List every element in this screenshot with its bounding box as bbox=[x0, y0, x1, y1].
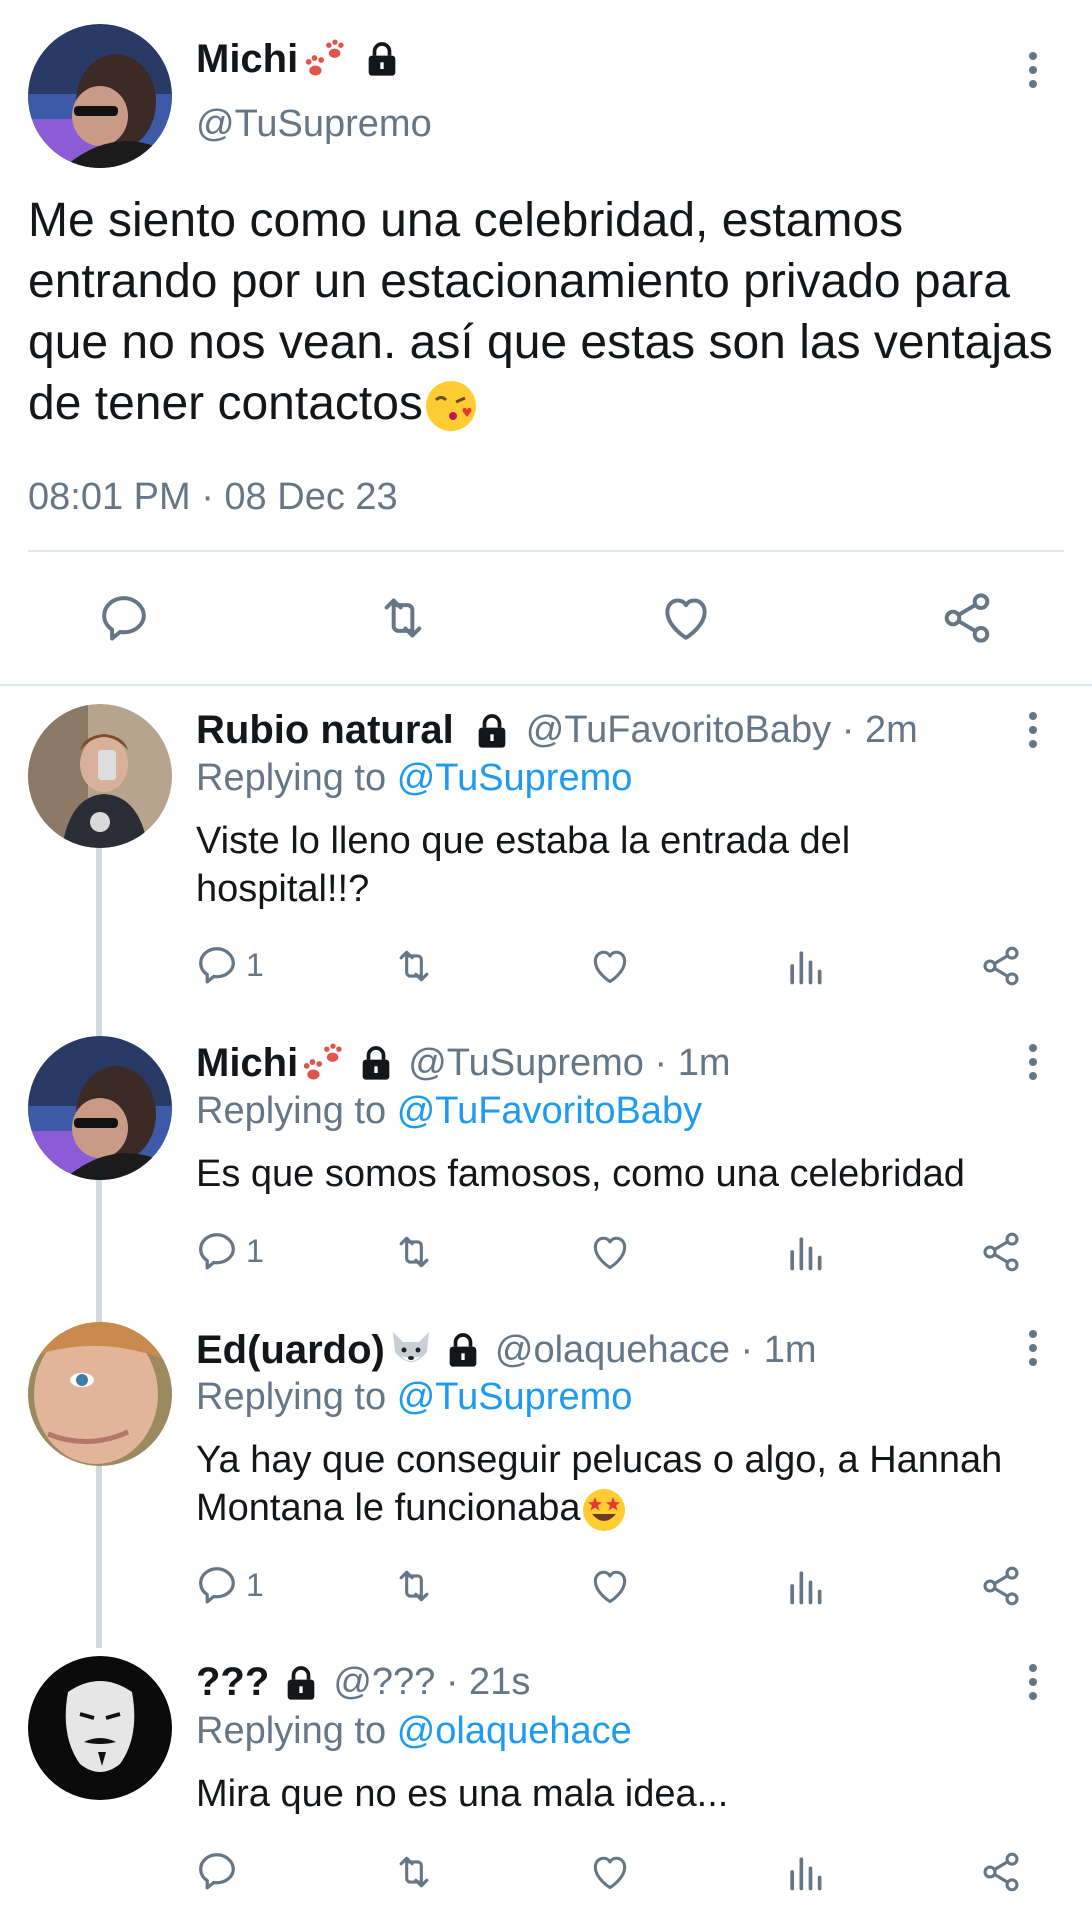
lock-icon bbox=[472, 711, 512, 751]
like-icon[interactable] bbox=[658, 590, 714, 646]
reply-author-name[interactable]: Ed(uardo) bbox=[196, 1328, 385, 1373]
replying-handle[interactable]: @TuFavoritoBaby bbox=[397, 1090, 702, 1132]
tweet-timestamp[interactable]: 08:01 PM · 08 Dec 23 bbox=[28, 476, 398, 519]
reply-handle-time[interactable]: @??? · 21s bbox=[333, 1661, 530, 1704]
more-icon[interactable] bbox=[1029, 712, 1039, 754]
reply-icon[interactable] bbox=[96, 590, 152, 646]
reply-count: 1 bbox=[246, 946, 264, 983]
reply-text: Viste lo lleno que estaba la entrada del… bbox=[196, 820, 851, 910]
lock-icon bbox=[356, 1043, 396, 1083]
analytics-icon[interactable] bbox=[783, 1850, 827, 1894]
analytics-icon[interactable] bbox=[783, 944, 827, 988]
reply-avatar[interactable] bbox=[28, 1322, 172, 1466]
kiss-emoji bbox=[423, 378, 479, 434]
tweet-text: Me siento como una celebridad, estamos e… bbox=[28, 190, 1068, 434]
retweet-icon[interactable] bbox=[390, 1564, 438, 1608]
reply-header: Ed(uardo) @olaquehace · 1m bbox=[196, 1326, 817, 1374]
reply-header: Rubio natural @TuFavoritoBaby · 2m bbox=[196, 708, 918, 753]
like-icon[interactable] bbox=[587, 1564, 633, 1608]
reply-avatar[interactable] bbox=[28, 1036, 172, 1180]
share-icon[interactable] bbox=[979, 1230, 1023, 1274]
more-icon[interactable] bbox=[1029, 1044, 1039, 1086]
share-icon[interactable] bbox=[979, 1564, 1023, 1608]
share-icon[interactable] bbox=[979, 1850, 1023, 1894]
reply-avatar[interactable] bbox=[28, 704, 172, 848]
analytics-icon[interactable] bbox=[783, 1564, 827, 1608]
author-name[interactable]: Michi bbox=[196, 37, 298, 82]
retweet-icon[interactable] bbox=[390, 1230, 438, 1274]
replying-label: Replying to bbox=[196, 1090, 387, 1132]
star-eyes-emoji bbox=[581, 1487, 627, 1533]
reply-author-name[interactable]: ??? bbox=[196, 1660, 269, 1705]
replying-to: Replying to @TuFavoritoBaby bbox=[196, 1090, 702, 1133]
tweet-body: Me siento como una celebridad, estamos e… bbox=[28, 194, 1053, 430]
reply-handle-time[interactable]: @TuFavoritoBaby · 2m bbox=[526, 709, 918, 752]
author-handle[interactable]: @TuSupremo bbox=[196, 103, 432, 146]
share-icon[interactable] bbox=[979, 944, 1023, 988]
replying-to: Replying to @TuSupremo bbox=[196, 757, 632, 800]
reply-author-name[interactable]: Rubio natural bbox=[196, 708, 454, 753]
reply-text: Es que somos famosos, como una celebrida… bbox=[196, 1153, 965, 1195]
replying-to: Replying to @olaquehace bbox=[196, 1710, 632, 1753]
author-avatar[interactable] bbox=[28, 24, 172, 168]
more-icon[interactable] bbox=[1029, 1664, 1039, 1706]
reply-text: Ya hay que conseguir pelucas o algo, a H… bbox=[196, 1436, 1076, 1533]
like-icon[interactable] bbox=[587, 1230, 633, 1274]
retweet-icon[interactable] bbox=[374, 590, 432, 646]
paw-emoji bbox=[300, 1040, 346, 1086]
replying-label: Replying to bbox=[196, 1376, 387, 1418]
section-divider bbox=[0, 684, 1092, 686]
share-icon[interactable] bbox=[939, 590, 995, 646]
replying-handle[interactable]: @TuSupremo bbox=[397, 1376, 633, 1418]
paw-emoji bbox=[302, 36, 348, 82]
reply-count: 1 bbox=[246, 1232, 264, 1269]
like-icon[interactable] bbox=[587, 944, 633, 988]
retweet-icon[interactable] bbox=[390, 944, 438, 988]
reply-icon[interactable]: 1 bbox=[194, 1562, 264, 1608]
reply-icon[interactable]: 1 bbox=[194, 1228, 264, 1274]
like-icon[interactable] bbox=[587, 1850, 633, 1894]
reply-count: 1 bbox=[246, 1566, 264, 1603]
lock-icon bbox=[281, 1663, 321, 1703]
lock-icon bbox=[362, 39, 402, 79]
reply-header: Michi @TuSupremo · 1m bbox=[196, 1040, 731, 1086]
reply-handle-time[interactable]: @olaquehace · 1m bbox=[495, 1329, 817, 1372]
more-icon[interactable] bbox=[1029, 52, 1039, 94]
replying-handle[interactable]: @TuSupremo bbox=[397, 757, 633, 799]
replying-label: Replying to bbox=[196, 1710, 387, 1752]
reply-handle-time[interactable]: @TuSupremo · 1m bbox=[408, 1042, 730, 1085]
reply-header: ??? @??? · 21s bbox=[196, 1660, 530, 1705]
divider bbox=[28, 550, 1064, 552]
author-name-row: Michi bbox=[196, 36, 402, 82]
reply-icon[interactable] bbox=[194, 1848, 240, 1894]
thread-line bbox=[96, 848, 102, 1648]
replying-handle[interactable]: @olaquehace bbox=[397, 1710, 632, 1752]
reply-icon[interactable]: 1 bbox=[194, 942, 264, 988]
wolf-emoji bbox=[387, 1326, 435, 1374]
retweet-icon[interactable] bbox=[390, 1850, 438, 1894]
lock-icon bbox=[443, 1330, 483, 1370]
replying-to: Replying to @TuSupremo bbox=[196, 1376, 632, 1419]
reply-author-name[interactable]: Michi bbox=[196, 1041, 298, 1086]
replying-label: Replying to bbox=[196, 757, 387, 799]
analytics-icon[interactable] bbox=[783, 1230, 827, 1274]
reply-text: Mira que no es una mala idea... bbox=[196, 1773, 729, 1815]
reply-avatar[interactable] bbox=[28, 1656, 172, 1800]
more-icon[interactable] bbox=[1029, 1330, 1039, 1372]
